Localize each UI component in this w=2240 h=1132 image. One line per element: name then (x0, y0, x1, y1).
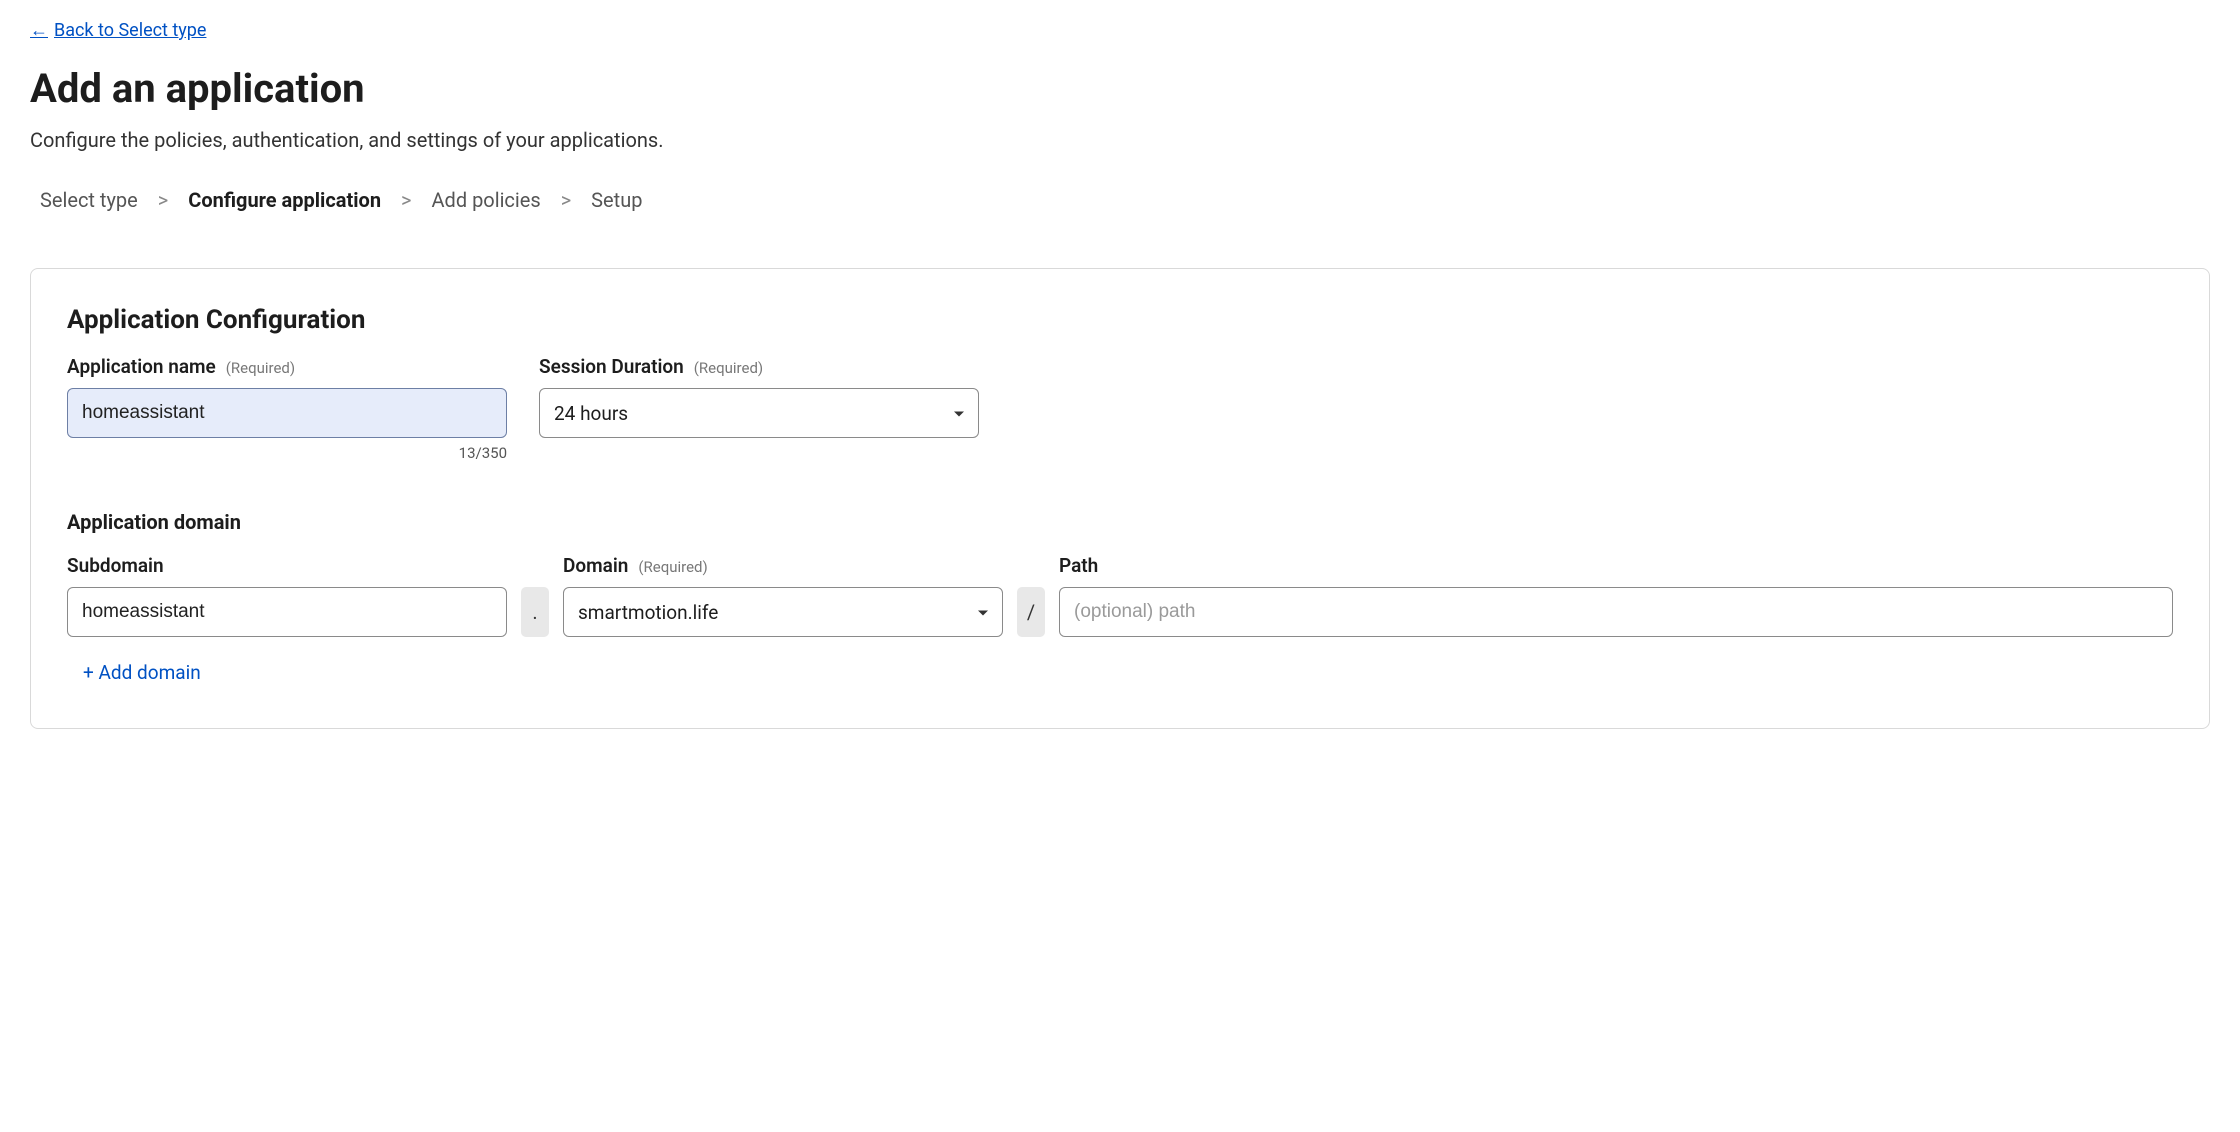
field-subdomain: Subdomain (67, 546, 507, 637)
back-link-label: Back to Select type (54, 20, 206, 41)
section-title: Application Configuration (67, 305, 2173, 335)
required-tag: (Required) (226, 359, 295, 377)
required-tag: (Required) (638, 558, 707, 576)
app-name-input[interactable] (67, 388, 507, 438)
field-app-name: Application name (Required) 13/350 (67, 347, 507, 462)
arrow-left-icon: ← (30, 20, 48, 41)
field-session-duration: Session Duration (Required) 24 hours (539, 347, 979, 438)
chevron-right-icon: > (561, 188, 571, 212)
domain-select[interactable]: smartmotion.life (563, 587, 1003, 637)
subdomain-input[interactable] (67, 587, 507, 637)
breadcrumb-step-configure-app[interactable]: Configure application (188, 188, 381, 212)
domain-section-title: Application domain (67, 510, 2173, 534)
domain-label: Domain (Required) (563, 554, 1003, 577)
slash-connector: / (1017, 587, 1045, 637)
config-card: Application Configuration Application na… (30, 268, 2210, 729)
domain-value: smartmotion.life (578, 601, 718, 624)
path-input[interactable] (1059, 587, 2173, 637)
session-duration-label: Session Duration (Required) (539, 355, 979, 378)
page-title: Add an application (30, 65, 2210, 112)
dot-connector: . (521, 587, 549, 637)
breadcrumb: Select type > Configure application > Ad… (30, 188, 2210, 212)
chevron-right-icon: > (401, 188, 411, 212)
app-name-label: Application name (Required) (67, 355, 507, 378)
subdomain-label: Subdomain (67, 554, 507, 577)
field-path: Path (1059, 546, 2173, 637)
char-counter: 13/350 (67, 444, 507, 462)
breadcrumb-step-add-policies[interactable]: Add policies (432, 188, 541, 212)
path-label: Path (1059, 554, 2173, 577)
breadcrumb-step-select-type[interactable]: Select type (40, 188, 138, 212)
chevron-right-icon: > (158, 188, 168, 212)
page-subtitle: Configure the policies, authentication, … (30, 128, 2210, 152)
add-domain-button[interactable]: + Add domain (83, 661, 201, 684)
back-link[interactable]: ← Back to Select type (30, 20, 206, 41)
session-duration-select[interactable]: 24 hours (539, 388, 979, 438)
session-duration-value: 24 hours (554, 402, 628, 425)
breadcrumb-step-setup[interactable]: Setup (591, 188, 642, 212)
required-tag: (Required) (694, 359, 763, 377)
field-domain: Domain (Required) smartmotion.life (563, 546, 1003, 637)
